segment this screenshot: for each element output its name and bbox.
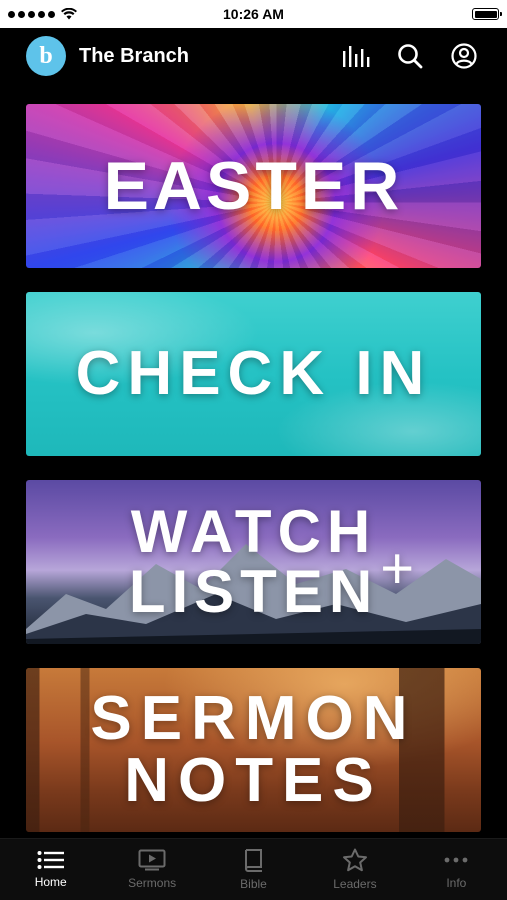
tab-home[interactable]: Home xyxy=(0,839,101,900)
signal-strength-icon xyxy=(8,10,55,18)
check-in-title: CHECK IN xyxy=(75,339,432,408)
status-bar: 10:26 AM xyxy=(0,0,507,28)
app-title: The Branch xyxy=(79,44,190,67)
tab-sermons[interactable]: Sermons xyxy=(101,839,202,900)
easter-title: EASTER xyxy=(103,148,404,224)
tab-label: Bible xyxy=(240,877,267,891)
notes-line: NOTES xyxy=(124,746,383,815)
search-button[interactable] xyxy=(393,39,427,73)
tab-label: Sermons xyxy=(128,876,177,890)
more-dots-icon xyxy=(444,857,468,863)
profile-button[interactable] xyxy=(447,39,481,73)
watch-line: WATCH xyxy=(130,498,377,565)
tab-bar: Home Sermons Bible Leaders Info xyxy=(0,838,507,900)
watch-listen-card[interactable]: WATCH LISTEN + xyxy=(26,480,481,644)
header-actions xyxy=(339,39,481,73)
tv-play-icon xyxy=(138,849,166,871)
check-in-card[interactable]: CHECK IN xyxy=(26,292,481,456)
app-header: b The Branch xyxy=(0,28,507,84)
listen-line: LISTEN xyxy=(128,558,379,625)
tab-info[interactable]: Info xyxy=(406,839,507,900)
wifi-icon xyxy=(61,8,77,20)
easter-card[interactable]: EASTER xyxy=(26,104,481,268)
search-icon xyxy=(398,44,423,69)
plus-sign: + xyxy=(380,536,421,601)
app-logo[interactable]: b xyxy=(26,36,66,76)
profile-icon xyxy=(451,43,477,69)
book-icon xyxy=(244,849,262,872)
battery-icon xyxy=(472,8,502,20)
tab-leaders[interactable]: Leaders xyxy=(304,839,405,900)
logo-letter: b xyxy=(39,42,53,69)
sermon-notes-title: SERMON NOTES xyxy=(90,688,416,812)
sermon-notes-card[interactable]: SERMON NOTES xyxy=(26,668,481,832)
audio-bars-icon xyxy=(343,46,370,67)
app-screen: b The Branch EASTER CHECK IN WATCH LISTE… xyxy=(0,28,507,900)
tab-label: Leaders xyxy=(333,877,377,891)
tab-bible[interactable]: Bible xyxy=(203,839,304,900)
tab-label: Info xyxy=(446,876,467,890)
tab-label: Home xyxy=(34,875,67,889)
watch-listen-title: WATCH LISTEN + xyxy=(128,498,414,625)
audio-button[interactable] xyxy=(339,39,373,73)
list-icon xyxy=(37,851,64,869)
sermon-line: SERMON xyxy=(90,684,417,753)
star-icon xyxy=(342,848,367,872)
status-signal xyxy=(8,8,77,20)
